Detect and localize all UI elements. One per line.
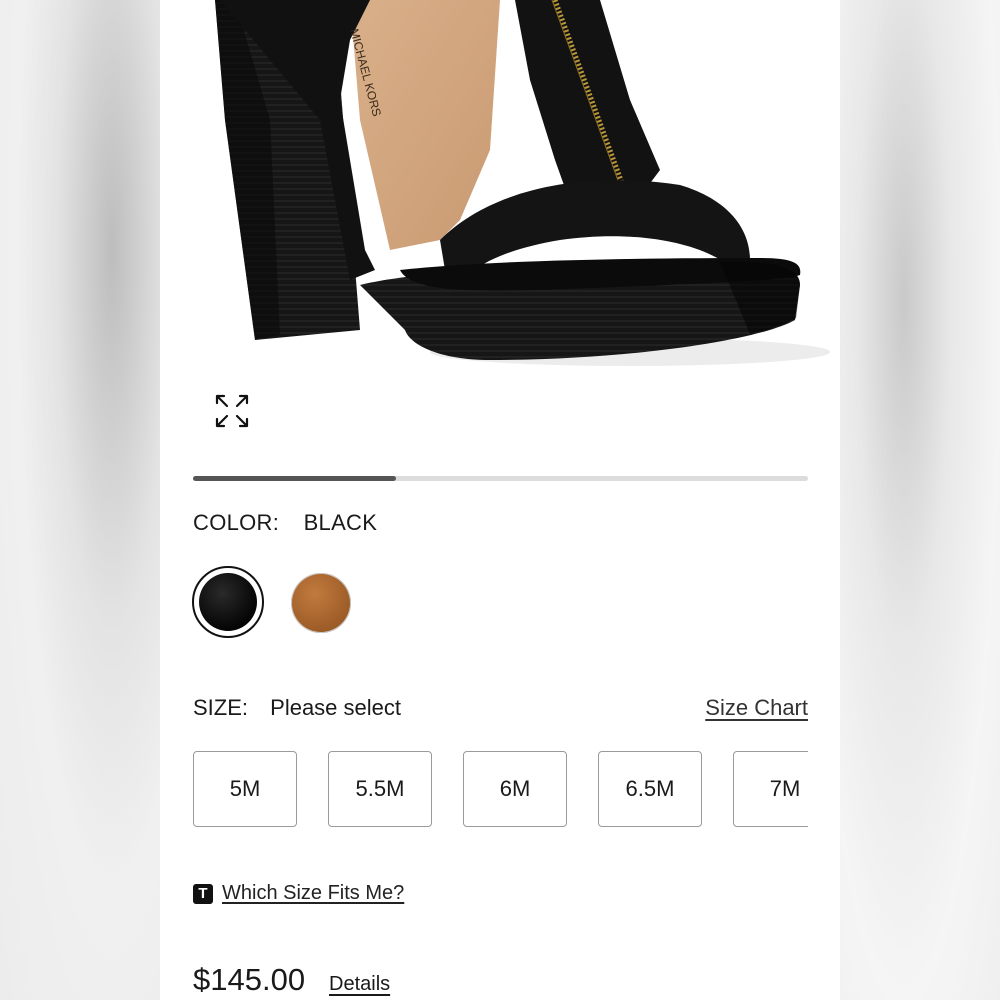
gallery-progress-fill — [193, 476, 396, 481]
color-swatch-black[interactable] — [192, 566, 264, 638]
size-selection: SIZE: Please select — [193, 695, 401, 721]
size-option-6-5m[interactable]: 6.5M — [598, 751, 702, 827]
color-selection: COLOR: BLACK — [193, 510, 377, 536]
size-option-5-5m[interactable]: 5.5M — [328, 751, 432, 827]
size-option-7m[interactable]: 7M — [733, 751, 808, 827]
price-details-link[interactable]: Details — [329, 973, 390, 996]
color-label: COLOR: — [193, 510, 280, 535]
product-price: $145.00 — [193, 962, 306, 997]
size-option-6m[interactable]: 6M — [463, 751, 567, 827]
expand-arrows-icon[interactable] — [213, 392, 251, 430]
color-swatch-brown[interactable] — [291, 573, 351, 633]
background-blur-left — [0, 0, 160, 1000]
true-fit-icon: T — [193, 883, 213, 904]
which-size-fits-link[interactable]: Which Size Fits Me? — [222, 882, 404, 905]
size-label: SIZE: — [193, 695, 249, 720]
size-chart-link[interactable]: Size Chart — [705, 695, 808, 721]
product-image[interactable]: MICHAEL KORS — [160, 0, 840, 460]
size-fit-helper: T Which Size Fits Me? — [193, 882, 404, 905]
swatch-black-fill — [199, 573, 257, 631]
size-value: Please select — [270, 695, 401, 720]
size-options: 5M 5.5M 6M 6.5M 7M — [193, 751, 808, 831]
screenshot-frame: MICHAEL KORS COLOR: BLACK SIZE: Please s… — [0, 0, 1000, 1000]
color-value: BLACK — [303, 510, 378, 535]
product-page: MICHAEL KORS COLOR: BLACK SIZE: Please s… — [160, 0, 840, 1000]
background-blur-right — [840, 0, 1000, 1000]
gallery-progress-bar — [193, 476, 808, 481]
size-option-5m[interactable]: 5M — [193, 751, 297, 827]
